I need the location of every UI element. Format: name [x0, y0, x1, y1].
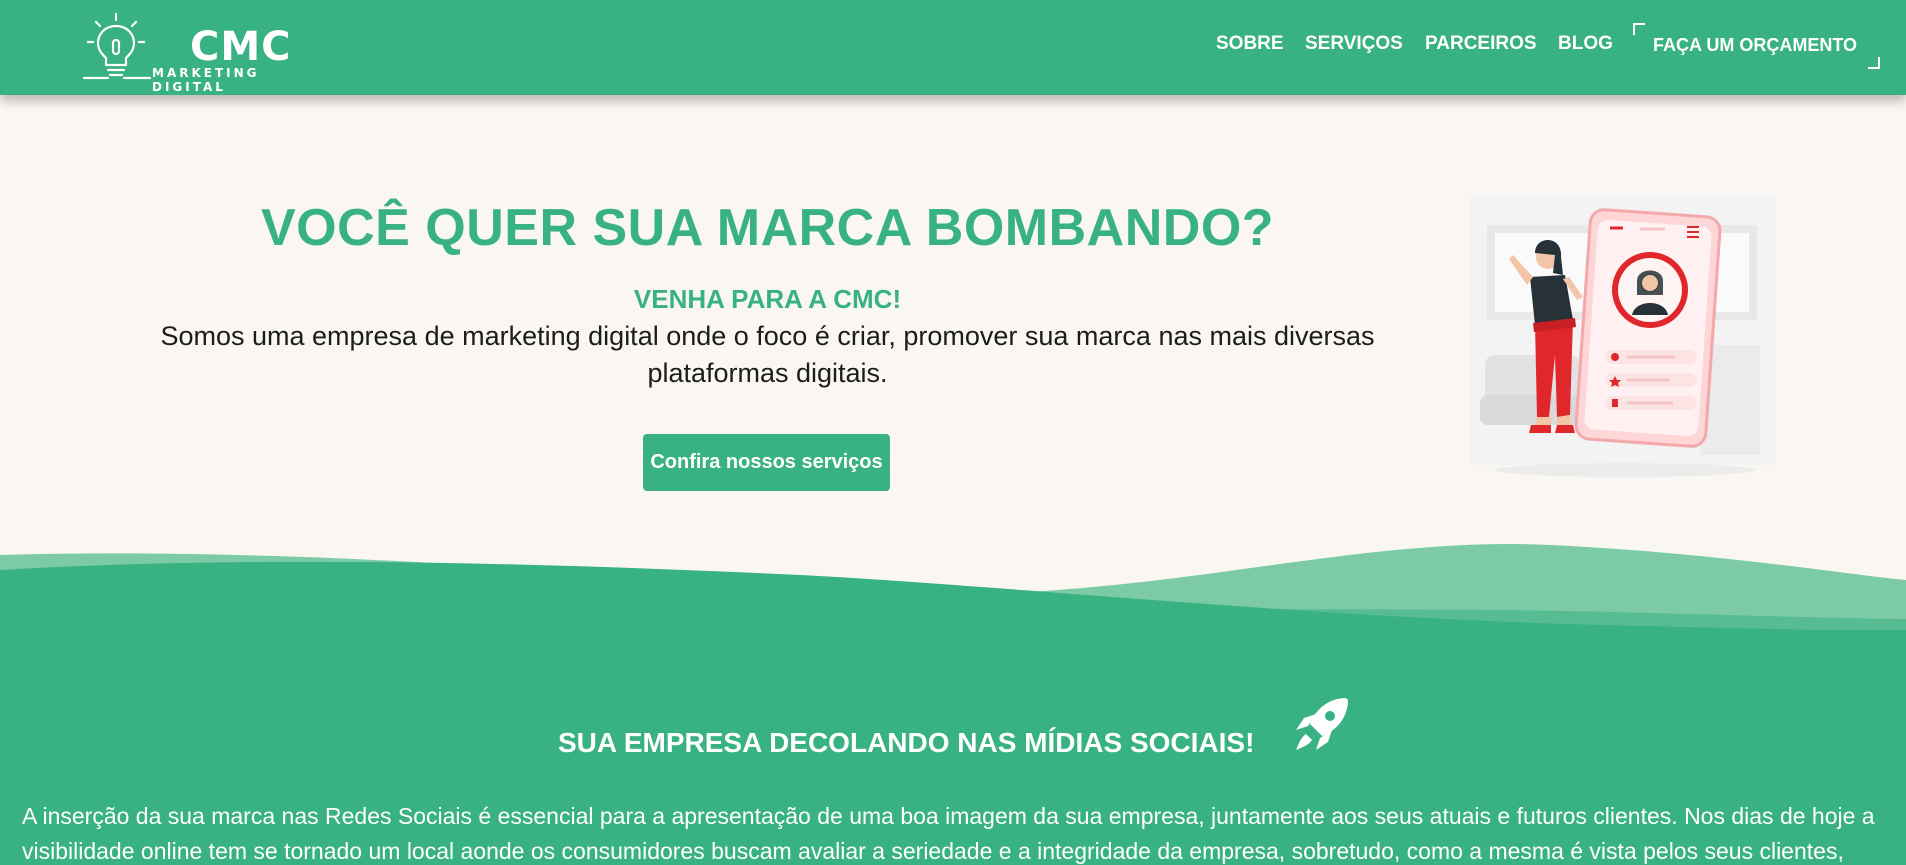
brand-logo[interactable]: CMC MARKETING DIGITAL — [80, 10, 340, 94]
site-header: CMC MARKETING DIGITAL SOBRE SERVIÇOS PAR… — [0, 0, 1906, 95]
corner-top-left — [1633, 23, 1645, 35]
hero-title: VOCÊ QUER SUA MARCA BOMBANDO? — [260, 199, 1275, 257]
woman-phone-illustration — [1465, 195, 1780, 480]
hero-subtitle: VENHA PARA A CMC! — [633, 284, 902, 314]
nav-parceiros[interactable]: PARCEIROS — [1425, 33, 1537, 55]
wave-divider — [0, 543, 1906, 635]
services-button[interactable]: Confira nossos serviços — [643, 434, 890, 491]
section-paragraph: A inserção da sua marca nas Redes Sociai… — [22, 803, 1875, 864]
lightbulb-icon — [82, 12, 152, 80]
section-title: SUA EMPRESA DECOLANDO NAS MÍDIAS SOCIAIS… — [558, 727, 1255, 758]
corner-bottom-right — [1868, 57, 1880, 69]
nav-blog[interactable]: BLOG — [1558, 33, 1613, 55]
quote-cta-label: FAÇA UM ORÇAMENTO — [1653, 35, 1857, 55]
quote-cta-button[interactable]: FAÇA UM ORÇAMENTO — [1633, 23, 1880, 69]
hero-description: Somos uma empresa de marketing digital o… — [160, 321, 1375, 388]
brand-name: CMC — [190, 24, 292, 70]
rocket-icon — [1296, 698, 1348, 750]
brand-tagline: MARKETING DIGITAL — [152, 66, 260, 94]
nav-sobre[interactable]: SOBRE — [1216, 33, 1284, 55]
nav-servicos[interactable]: SERVIÇOS — [1305, 33, 1403, 55]
